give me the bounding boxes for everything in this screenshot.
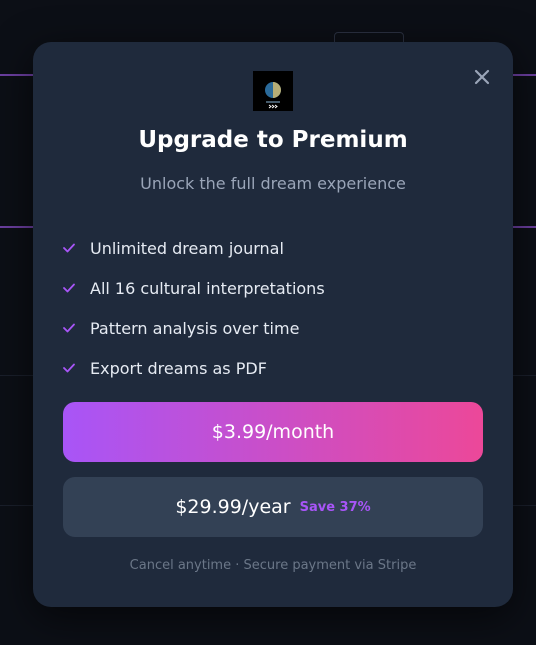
check-icon: [63, 281, 77, 295]
backdrop-accent-line: [0, 226, 36, 228]
monthly-plan-button[interactable]: $3.99/month: [63, 402, 483, 462]
app-logo: [253, 71, 293, 111]
close-icon: [474, 69, 490, 85]
feature-label: Export dreams as PDF: [90, 358, 267, 378]
feature-item: Pattern analysis over time: [63, 308, 483, 348]
feature-item: Export dreams as PDF: [63, 348, 483, 388]
feature-label: Pattern analysis over time: [90, 318, 300, 338]
feature-label: All 16 cultural interpretations: [90, 278, 325, 298]
payment-footer-note: Cancel anytime · Secure payment via Stri…: [129, 558, 417, 573]
feature-item: Unlimited dream journal: [63, 228, 483, 268]
check-icon: [63, 241, 77, 255]
yearly-plan-button[interactable]: $29.99/year Save 37%: [63, 477, 483, 537]
yearly-plan-label: $29.99/year: [175, 496, 291, 518]
upgrade-modal: Upgrade to Premium Unlock the full dream…: [33, 42, 513, 607]
check-icon: [63, 361, 77, 375]
monthly-plan-label: $3.99/month: [211, 421, 335, 443]
feature-label: Unlimited dream journal: [90, 238, 284, 258]
modal-subtitle: Unlock the full dream experience: [140, 174, 406, 193]
feature-list: Unlimited dream journal All 16 cultural …: [63, 228, 483, 388]
backdrop-accent-line: [0, 74, 36, 76]
savings-badge: Save 37%: [299, 499, 371, 515]
modal-title: Upgrade to Premium: [138, 127, 408, 153]
close-button[interactable]: [471, 66, 493, 88]
logo-icon: [265, 82, 281, 109]
check-icon: [63, 321, 77, 335]
feature-item: All 16 cultural interpretations: [63, 268, 483, 308]
